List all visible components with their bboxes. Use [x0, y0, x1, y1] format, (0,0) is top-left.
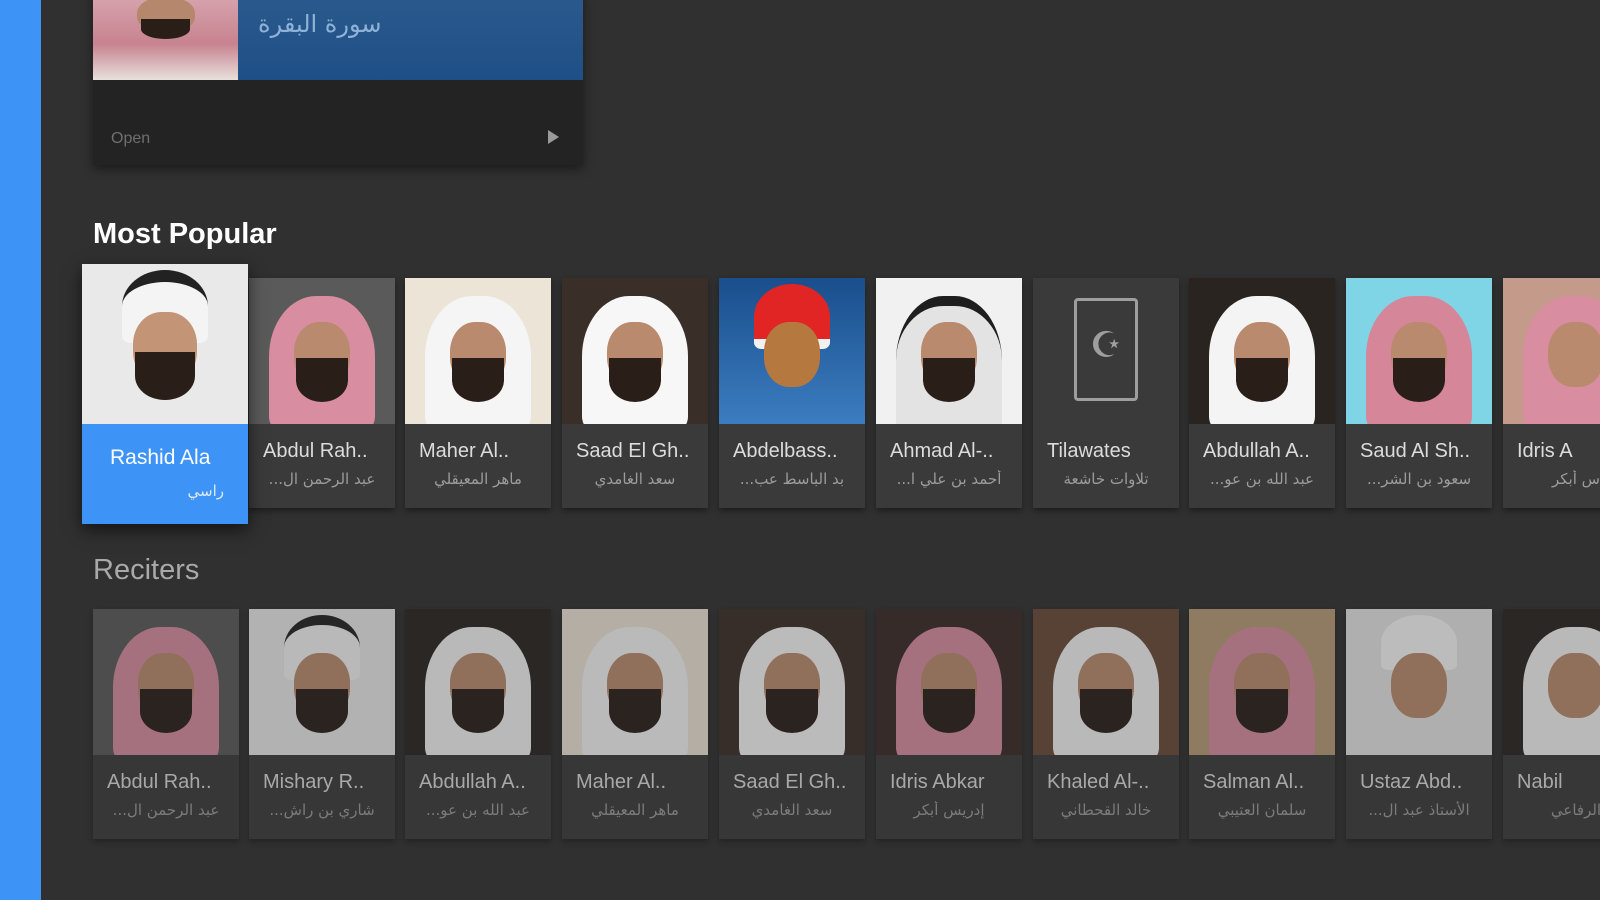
reciter-arabic-name: سعد الغامدي: [594, 470, 676, 488]
reciter-photo: [249, 609, 395, 755]
reciter-photo: [405, 609, 551, 755]
most-popular-row: Rashid Ala راسي Abdul Rah.. عبد الرحمن ا…: [41, 264, 1600, 524]
reciter-arabic-name: عبد الله بن عو...: [1210, 470, 1314, 488]
reciter-card[interactable]: Nabil الرفاعي: [1503, 609, 1600, 839]
surah-banner: سورة البقرة: [238, 0, 583, 80]
reciter-name: Abdullah A..: [1203, 440, 1310, 462]
continue-card-thumbnail: [93, 0, 238, 80]
reciter-name: Salman Al..: [1203, 771, 1305, 793]
reciter-name: Saud Al Sh..: [1360, 440, 1471, 462]
reciter-arabic-name: شاري بن راش...: [269, 801, 375, 819]
open-label[interactable]: Open: [111, 130, 150, 148]
reciter-card[interactable]: Idris A س أبكر: [1503, 278, 1600, 508]
reciter-name: Abdullah A..: [419, 771, 526, 793]
reciter-card[interactable]: Ustaz Abd.. الأستاذ عبد ال...: [1346, 609, 1492, 839]
reciter-photo: [1503, 278, 1600, 424]
reciter-card[interactable]: Saad El Gh.. سعد الغامدي: [719, 609, 865, 839]
playlist-photo: ☪: [1033, 278, 1179, 424]
reciter-photo: [93, 609, 239, 755]
reciter-name: Saad El Gh..: [576, 440, 690, 462]
reciter-card[interactable]: Salman Al.. سلمان العتيبي: [1189, 609, 1335, 839]
reciter-arabic-name: سعد الغامدي: [751, 801, 833, 819]
reciter-photo: [876, 609, 1022, 755]
nav-rail: [0, 0, 41, 900]
reciters-row: Abdul Rah.. عبد الرحمن ال... Mishary R..…: [41, 609, 1600, 869]
reciter-arabic-name: إدريس أبكر: [913, 801, 985, 819]
reciter-photo: [876, 278, 1022, 424]
book-icon: ☪: [1073, 298, 1139, 401]
reciter-card[interactable]: Saud Al Sh.. سعود بن الشر...: [1346, 278, 1492, 508]
reciter-card[interactable]: Khaled Al-.. خالد القحطاني: [1033, 609, 1179, 839]
reciter-photo: [719, 278, 865, 424]
reciter-photo: [1346, 278, 1492, 424]
reciter-card[interactable]: Ahmad Al-.. أحمد بن علي ا...: [876, 278, 1022, 508]
reciter-card[interactable]: Abdul Rah.. عبد الرحمن ال...: [93, 609, 239, 839]
reciter-card[interactable]: Mishary R.. شاري بن راش...: [249, 609, 395, 839]
play-icon[interactable]: [548, 130, 559, 144]
playlist-card-tilawates[interactable]: ☪ Tilawates تلاوات خاشعة: [1033, 278, 1179, 508]
reciter-name: Tilawates: [1047, 440, 1131, 462]
reciter-beard: [140, 18, 191, 39]
reciter-arabic-name: سلمان العتيبي: [1217, 801, 1307, 819]
reciter-arabic-name: راسي: [187, 482, 224, 500]
reciter-photo: [1346, 609, 1492, 755]
reciter-arabic-name: عبد الرحمن ال...: [268, 470, 376, 488]
reciter-photo: [249, 278, 395, 424]
reciter-card[interactable]: Idris Abkar إدريس أبكر: [876, 609, 1022, 839]
reciter-name: Mishary R..: [263, 771, 365, 793]
reciter-name: Abdelbass..: [733, 440, 838, 462]
reciter-name: Idris A: [1517, 440, 1573, 462]
reciter-arabic-name: بد الباسط عب...: [739, 470, 845, 488]
reciter-name: Abdul Rah..: [107, 771, 212, 793]
reciter-arabic-name: عبد الرحمن ال...: [112, 801, 220, 819]
reciter-photo: [1033, 609, 1179, 755]
reciter-name: Ustaz Abd..: [1360, 771, 1463, 793]
reciter-card[interactable]: Abdullah A.. عبد الله بن عو...: [405, 609, 551, 839]
reciter-name: Saad El Gh..: [733, 771, 847, 793]
reciter-arabic-name: ماهر المعيقلي: [434, 470, 522, 488]
reciter-arabic-name: خالد القحطاني: [1060, 801, 1152, 819]
reciter-photo: [1189, 609, 1335, 755]
reciter-photo: [562, 609, 708, 755]
main-content: سورة البقرة Open Most Popular Rashid Ala…: [41, 0, 1600, 900]
reciter-name: Rashid Ala: [110, 446, 211, 469]
reciter-card[interactable]: Abdelbass.. بد الباسط عب...: [719, 278, 865, 508]
reciter-card[interactable]: Abdul Rah.. عبد الرحمن ال...: [249, 278, 395, 508]
reciter-photo: [82, 264, 248, 424]
reciter-arabic-name: الأستاذ عبد ال...: [1368, 801, 1470, 819]
surah-name: سورة البقرة: [258, 10, 382, 38]
reciter-arabic-name: سعود بن الشر...: [1366, 470, 1472, 488]
reciter-arabic-name: أحمد بن علي ا...: [896, 470, 1002, 488]
reciter-arabic-name: عبد الله بن عو...: [426, 801, 530, 819]
reciter-photo: [562, 278, 708, 424]
reciter-name: Idris Abkar: [890, 771, 985, 793]
reciter-card[interactable]: Maher Al.. ماهر المعيقلي: [405, 278, 551, 508]
reciter-card[interactable]: Abdullah A.. عبد الله بن عو...: [1189, 278, 1335, 508]
reciter-name: Abdul Rah..: [263, 440, 368, 462]
reciter-arabic-name: ماهر المعيقلي: [591, 801, 679, 819]
reciter-photo: [1503, 609, 1600, 755]
reciter-arabic-name: س أبكر: [1552, 470, 1600, 488]
reciter-card[interactable]: Maher Al.. ماهر المعيقلي: [562, 609, 708, 839]
reciter-photo: [405, 278, 551, 424]
reciter-card-rashid[interactable]: Rashid Ala راسي: [82, 264, 248, 524]
reciter-arabic-name: تلاوات خاشعة: [1063, 470, 1149, 488]
reciter-name: Ahmad Al-..: [890, 440, 994, 462]
reciter-card[interactable]: Saad El Gh.. سعد الغامدي: [562, 278, 708, 508]
reciter-arabic-name: الرفاعي: [1550, 801, 1600, 819]
section-title-most-popular: Most Popular: [93, 218, 277, 250]
reciter-name: Khaled Al-..: [1047, 771, 1150, 793]
section-title-reciters: Reciters: [93, 554, 200, 586]
reciter-name: Nabil: [1517, 771, 1563, 793]
reciter-photo: [1189, 278, 1335, 424]
reciter-name: Maher Al..: [576, 771, 667, 793]
reciter-photo: [719, 609, 865, 755]
continue-card[interactable]: سورة البقرة Open: [93, 0, 583, 165]
reciter-name: Maher Al..: [419, 440, 510, 462]
